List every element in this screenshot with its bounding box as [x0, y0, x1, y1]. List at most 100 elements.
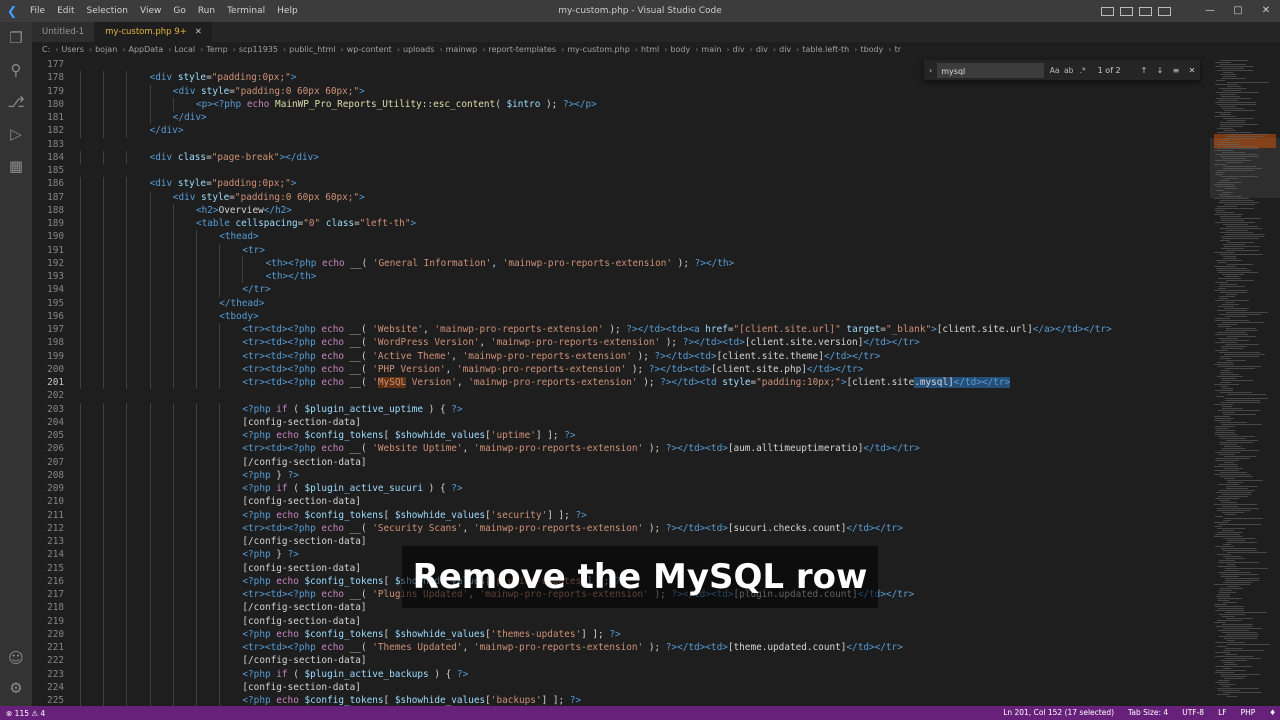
toggle-sidebar-icon[interactable]	[1101, 6, 1114, 16]
breadcrumb-item[interactable]: uploads	[403, 45, 434, 54]
code-line[interactable]: 182 </div>	[32, 124, 1210, 138]
code-line[interactable]: 188 <h2>Overview</h2>	[32, 203, 1210, 217]
close-tab-icon[interactable]: ✕	[195, 22, 202, 42]
code-line[interactable]: 197 <tr><td><?php echo __( 'Website', 'ma…	[32, 323, 1210, 337]
tab-my-custom-php[interactable]: my-custom.php 9+ ✕	[95, 22, 213, 42]
code-line[interactable]: 223 <?php if ( $plugin_active_backups ) {…	[32, 667, 1210, 681]
code-line[interactable]: 205 <?php echo $config_tokens[ $showhide_…	[32, 429, 1210, 443]
breadcrumb-item[interactable]: Users	[61, 45, 83, 54]
toggle-replace-icon[interactable]: ›	[924, 66, 937, 75]
breadcrumb-item[interactable]: tbody	[860, 45, 883, 54]
customize-layout-icon[interactable]	[1158, 6, 1171, 16]
code-line[interactable]: 181 </div>	[32, 111, 1210, 125]
breadcrumb-item[interactable]: AppData	[128, 45, 163, 54]
code-line[interactable]: 179 <div style="padding:0 60px 60px;">	[32, 84, 1210, 98]
breadcrumb-item[interactable]: Temp	[206, 45, 227, 54]
breadcrumb-item[interactable]: mainwp	[446, 45, 478, 54]
code-line[interactable]: 189 <table cellspacing="0" class="left-th…	[32, 217, 1210, 231]
code-line[interactable]: 196 <tbody>	[32, 309, 1210, 323]
code-line[interactable]: 204 [config-section-data]	[32, 415, 1210, 429]
warnings-count[interactable]: 4	[41, 709, 46, 718]
code-line[interactable]: 221 <tr><td><?php echo __( 'Themes Update…	[32, 641, 1210, 655]
code-line[interactable]: 224 [config-section-data]	[32, 680, 1210, 694]
encoding[interactable]: UTF-8	[1182, 706, 1204, 720]
language-mode[interactable]: PHP	[1241, 706, 1256, 720]
code-line[interactable]: 183	[32, 138, 1210, 151]
code-line[interactable]: 220 <?php echo $config_tokens[ $showhide_…	[32, 627, 1210, 641]
menu-view[interactable]: View	[134, 0, 167, 22]
code-line[interactable]: 222 [/config-section-data]	[32, 654, 1210, 668]
code-line[interactable]: 199 <tr><td><?php echo __( 'Active Theme'…	[32, 349, 1210, 363]
find-input[interactable]: mysql	[937, 62, 1044, 78]
search-icon[interactable]: ⚲	[0, 54, 32, 86]
minimap[interactable]	[1210, 58, 1280, 706]
code-line[interactable]: 184 <div class="page-break"></div>	[32, 150, 1210, 164]
code-line[interactable]: 208 <?php } ?>	[32, 468, 1210, 482]
toggle-secondary-sidebar-icon[interactable]	[1139, 6, 1152, 16]
code-line[interactable]: 212 <tr><td><?php echo __( 'Security Scan…	[32, 521, 1210, 535]
match-whole-word-toggle[interactable]: ab	[1062, 66, 1076, 75]
code-line[interactable]: 219 [config-section-data]	[32, 614, 1210, 628]
breadcrumb-item[interactable]: body	[670, 45, 690, 54]
code-line[interactable]: 225 <?php echo $config_tokens[ $showhide_…	[32, 694, 1210, 706]
code-line[interactable]: 203 <?php if ( $plugin_active_uptime ) { …	[32, 402, 1210, 416]
use-regex-toggle[interactable]: .*	[1076, 66, 1090, 75]
code-line[interactable]: 209 <?php if ( $plugin_active_sucuri ) { …	[32, 482, 1210, 496]
run-debug-icon[interactable]: ▷	[0, 118, 32, 150]
settings-gear-icon[interactable]: ⚙	[0, 672, 32, 704]
code-line[interactable]: 192 <th><?php echo __( 'General Informati…	[32, 256, 1210, 270]
code-line[interactable]: 200 <tr><td><?php echo __( 'PHP Version',…	[32, 362, 1210, 376]
code-line[interactable]: 210 [config-section-data]	[32, 495, 1210, 509]
end-of-line[interactable]: LF	[1218, 706, 1227, 720]
code-line[interactable]: 186 <div style="padding:0px;">	[32, 177, 1210, 191]
breadcrumb-item[interactable]: main	[701, 45, 721, 54]
account-icon[interactable]: ☺	[0, 642, 32, 674]
code-line[interactable]: 206 <tr><td><?php echo __( 'Website Uptim…	[32, 442, 1210, 456]
code-line[interactable]: 194 </tr>	[32, 283, 1210, 297]
breadcrumb-item[interactable]: my-custom.php	[567, 45, 630, 54]
code-line[interactable]: 193 <th></th>	[32, 270, 1210, 284]
breadcrumb-item[interactable]: wp-content	[347, 45, 392, 54]
code-line[interactable]: 207 [/config-section-data]	[32, 455, 1210, 469]
menu-help[interactable]: Help	[271, 0, 304, 22]
breadcrumb-item[interactable]: tr	[895, 45, 901, 54]
next-match-icon[interactable]: ↓	[1152, 66, 1168, 75]
previous-match-icon[interactable]: ↑	[1136, 66, 1152, 75]
cursor-position[interactable]: Ln 201, Col 152 (17 selected)	[1003, 706, 1114, 720]
code-line[interactable]: 211 <?php echo $config_tokens[ $showhide_…	[32, 508, 1210, 522]
explorer-icon[interactable]: ❐	[0, 22, 32, 54]
breadcrumb-item[interactable]: bojan	[95, 45, 117, 54]
close-window-icon[interactable]: ✕	[1252, 0, 1280, 22]
breadcrumb-item[interactable]: C:	[42, 45, 50, 54]
code-line[interactable]: 198 <tr><td><?php echo __( 'WordPress Ver…	[32, 336, 1210, 350]
menu-file[interactable]: File	[24, 0, 51, 22]
breadcrumb-item[interactable]: scp11935	[239, 45, 278, 54]
code-line[interactable]: 191 <tr>	[32, 243, 1210, 257]
breadcrumb-item[interactable]: div	[756, 45, 768, 54]
tab-size[interactable]: Tab Size: 4	[1128, 706, 1168, 720]
breadcrumb-item[interactable]: table.left-th	[802, 45, 849, 54]
match-case-toggle[interactable]: Aa	[1048, 66, 1062, 75]
toggle-panel-icon[interactable]	[1120, 6, 1133, 16]
find-in-selection-icon[interactable]: ≡	[1168, 66, 1184, 75]
problems-count[interactable]: 115	[15, 709, 29, 718]
breadcrumb-item[interactable]: div	[733, 45, 745, 54]
menu-go[interactable]: Go	[167, 0, 191, 22]
code-line[interactable]: 201 <tr><td><?php echo __( 'MySQL Version…	[32, 376, 1210, 390]
breadcrumb-item[interactable]: html	[641, 45, 659, 54]
code-editor[interactable]: 177 178 <div style="padding:0px;"> 179 <div …	[32, 58, 1210, 706]
source-control-icon[interactable]: ⎇	[0, 86, 32, 118]
minimize-icon[interactable]: —	[1196, 0, 1224, 22]
breadcrumb-item[interactable]: report-templates	[488, 45, 556, 54]
notifications-bell-icon[interactable]: ♦	[1269, 706, 1276, 720]
breadcrumb-item[interactable]: Local	[174, 45, 195, 54]
breadcrumb-item[interactable]: div	[779, 45, 791, 54]
code-line[interactable]: 180 <p><?php echo MainWP_Pro_Reports_Util…	[32, 97, 1210, 111]
code-line[interactable]: 202	[32, 389, 1210, 402]
code-line[interactable]: 195 </thead>	[32, 296, 1210, 310]
code-line[interactable]: 190 <thead>	[32, 230, 1210, 244]
menu-edit[interactable]: Edit	[51, 0, 80, 22]
maximize-icon[interactable]: □	[1224, 0, 1252, 22]
code-line[interactable]: 185	[32, 164, 1210, 177]
menu-run[interactable]: Run	[192, 0, 221, 22]
